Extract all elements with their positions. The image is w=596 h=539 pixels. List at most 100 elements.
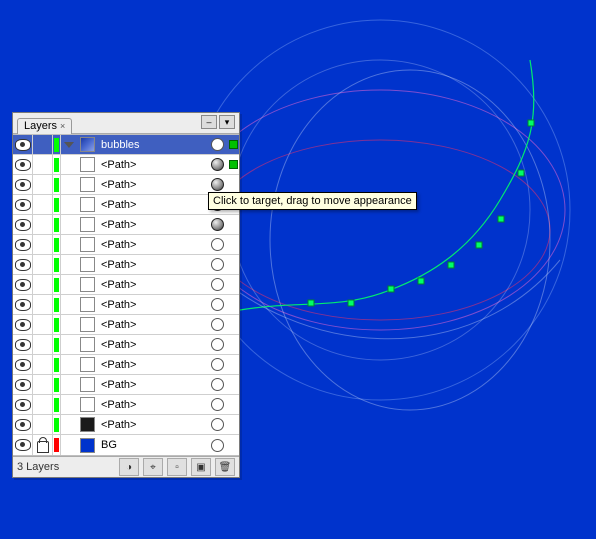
target-button[interactable] [207, 215, 227, 234]
lock-toggle[interactable] [33, 215, 53, 234]
lock-toggle[interactable] [33, 275, 53, 294]
item-name[interactable]: <Path> [97, 175, 207, 194]
target-button[interactable] [207, 255, 227, 274]
selection-indicator[interactable] [227, 255, 239, 274]
selection-indicator[interactable] [227, 355, 239, 374]
item-name[interactable]: <Path> [97, 375, 207, 394]
target-button[interactable] [207, 155, 227, 174]
path-row[interactable]: <Path> [13, 355, 239, 375]
lock-toggle[interactable] [33, 315, 53, 334]
panel-menu-icon[interactable]: ▾ [219, 115, 235, 129]
selection-indicator[interactable] [227, 315, 239, 334]
lock-toggle[interactable] [33, 235, 53, 254]
selection-indicator[interactable] [227, 235, 239, 254]
lock-toggle[interactable] [33, 255, 53, 274]
path-row[interactable]: <Path> [13, 195, 239, 215]
path-row[interactable]: <Path> [13, 275, 239, 295]
path-row[interactable]: <Path> [13, 315, 239, 335]
target-button[interactable] [207, 335, 227, 354]
target-button[interactable] [207, 295, 227, 314]
lock-toggle[interactable] [33, 415, 53, 434]
visibility-toggle[interactable] [13, 295, 33, 314]
item-name[interactable]: <Path> [97, 295, 207, 314]
path-row[interactable]: <Path> [13, 375, 239, 395]
item-name[interactable]: <Path> [97, 355, 207, 374]
item-name[interactable]: <Path> [97, 275, 207, 294]
panel-collapse-icon[interactable]: – [201, 115, 217, 129]
new-layer-button[interactable]: ▣ [191, 458, 211, 476]
visibility-toggle[interactable] [13, 395, 33, 414]
selection-indicator[interactable] [227, 215, 239, 234]
item-name[interactable]: <Path> [97, 235, 207, 254]
item-name[interactable]: BG [97, 435, 207, 455]
selection-indicator[interactable] [227, 155, 239, 174]
lock-toggle[interactable] [33, 375, 53, 394]
selection-indicator[interactable] [227, 135, 239, 154]
item-name[interactable]: <Path> [97, 255, 207, 274]
disclosure-toggle[interactable] [61, 135, 77, 154]
tab-layers[interactable]: Layers× [17, 118, 72, 134]
delete-layer-button[interactable]: 🗑 [215, 458, 235, 476]
visibility-toggle[interactable] [13, 255, 33, 274]
lock-toggle[interactable] [33, 155, 53, 174]
layer-row[interactable]: BG [13, 435, 239, 455]
target-button[interactable] [207, 315, 227, 334]
selection-indicator[interactable] [227, 395, 239, 414]
item-name[interactable]: <Path> [97, 335, 207, 354]
item-name[interactable]: <Path> [97, 155, 207, 174]
lock-toggle[interactable] [33, 355, 53, 374]
path-row[interactable]: <Path> [13, 235, 239, 255]
path-row[interactable]: <Path> [13, 395, 239, 415]
visibility-toggle[interactable] [13, 355, 33, 374]
selection-indicator[interactable] [227, 435, 239, 455]
selection-indicator[interactable] [227, 275, 239, 294]
locate-object-button[interactable]: ⌖ [143, 458, 163, 476]
path-row[interactable]: <Path> [13, 415, 239, 435]
visibility-toggle[interactable] [13, 215, 33, 234]
visibility-toggle[interactable] [13, 155, 33, 174]
visibility-toggle[interactable] [13, 315, 33, 334]
make-clipping-mask-button[interactable]: ◑ [119, 458, 139, 476]
tab-close-icon[interactable]: × [60, 121, 65, 131]
path-row[interactable]: <Path> [13, 255, 239, 275]
new-sublayer-button[interactable]: ▫ [167, 458, 187, 476]
item-name[interactable]: <Path> [97, 395, 207, 414]
lock-toggle[interactable] [33, 175, 53, 194]
selection-indicator[interactable] [227, 295, 239, 314]
target-button[interactable] [207, 275, 227, 294]
lock-toggle[interactable] [33, 295, 53, 314]
visibility-toggle[interactable] [13, 135, 33, 154]
selection-indicator[interactable] [227, 335, 239, 354]
lock-toggle[interactable] [33, 335, 53, 354]
lock-toggle[interactable] [33, 435, 53, 455]
item-name[interactable]: <Path> [97, 415, 207, 434]
item-name[interactable]: <Path> [97, 195, 207, 214]
layer-row[interactable]: bubbles [13, 135, 239, 155]
visibility-toggle[interactable] [13, 415, 33, 434]
target-button[interactable] [207, 415, 227, 434]
path-row[interactable]: <Path> [13, 155, 239, 175]
target-button[interactable] [207, 135, 227, 154]
path-row[interactable]: <Path> [13, 215, 239, 235]
target-button[interactable] [207, 375, 227, 394]
item-name[interactable]: <Path> [97, 215, 207, 234]
visibility-toggle[interactable] [13, 275, 33, 294]
item-name[interactable]: <Path> [97, 315, 207, 334]
selection-indicator[interactable] [227, 375, 239, 394]
visibility-toggle[interactable] [13, 235, 33, 254]
item-name[interactable]: bubbles [97, 135, 207, 154]
visibility-toggle[interactable] [13, 335, 33, 354]
lock-toggle[interactable] [33, 135, 53, 154]
lock-toggle[interactable] [33, 195, 53, 214]
path-row[interactable]: <Path> [13, 295, 239, 315]
selection-indicator[interactable] [227, 415, 239, 434]
target-button[interactable] [207, 235, 227, 254]
target-button[interactable] [207, 435, 227, 455]
visibility-toggle[interactable] [13, 195, 33, 214]
visibility-toggle[interactable] [13, 435, 33, 455]
lock-toggle[interactable] [33, 395, 53, 414]
target-button[interactable] [207, 395, 227, 414]
target-button[interactable] [207, 355, 227, 374]
path-row[interactable]: <Path> [13, 335, 239, 355]
visibility-toggle[interactable] [13, 375, 33, 394]
